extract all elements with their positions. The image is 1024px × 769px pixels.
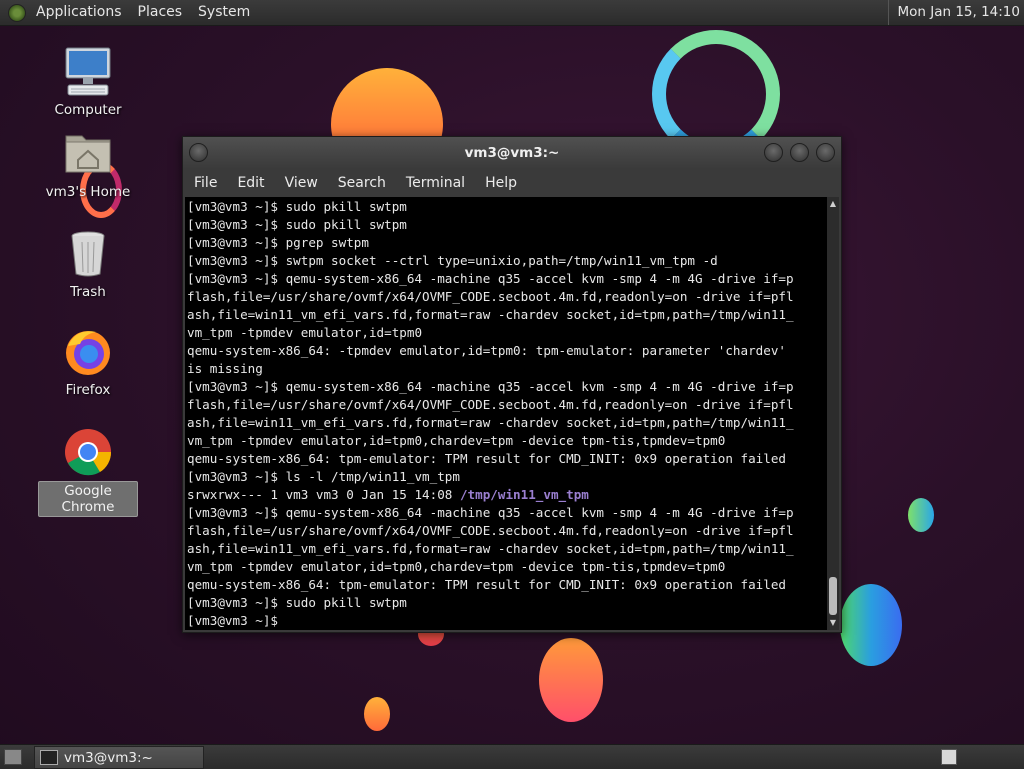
trash-icon	[62, 228, 114, 280]
terminal-line: flash,file=/usr/share/ovmf/x64/OVMF_CODE…	[187, 397, 794, 412]
scrollbar-thumb[interactable]	[829, 577, 837, 615]
ls-permissions-text: srwxrwx--- 1 vm3 vm3 0 Jan 15 14:08	[187, 487, 460, 502]
scroll-up-arrow-icon[interactable]: ▲	[828, 199, 838, 209]
desktop-icon-firefox[interactable]: Firefox	[38, 326, 138, 399]
menu-view[interactable]: View	[275, 175, 328, 191]
terminal-line-ls-output: srwxrwx--- 1 vm3 vm3 0 Jan 15 14:08 /tmp…	[187, 486, 827, 504]
taskbar-terminal-button[interactable]: vm3@vm3:~	[34, 746, 204, 769]
menu-file[interactable]: File	[183, 175, 227, 191]
show-desktop-icon[interactable]	[4, 749, 22, 765]
terminal-prompt-line: [vm3@vm3 ~]$	[187, 613, 286, 628]
top-panel: Applications Places System Mon Jan 15, 1…	[0, 0, 1024, 26]
terminal-scrollbar[interactable]: ▲ ▼	[827, 197, 839, 630]
firefox-icon	[62, 326, 114, 378]
terminal-icon	[40, 750, 58, 765]
terminal-line: vm_tpm -tpmdev emulator,id=tpm0,chardev=…	[187, 559, 726, 574]
desktop-icon-label: Computer	[54, 102, 122, 118]
computer-icon	[62, 46, 114, 98]
terminal-line: [vm3@vm3 ~]$ pgrep swtpm	[187, 235, 369, 250]
desktop-icon-trash[interactable]: Trash	[38, 228, 138, 301]
terminal-titlebar[interactable]: vm3@vm3:~	[183, 137, 841, 169]
desktop-icon-computer[interactable]: Computer	[38, 46, 138, 119]
terminal-line: [vm3@vm3 ~]$ ls -l /tmp/win11_vm_tpm	[187, 469, 460, 484]
wallpaper-small-orange-blob	[364, 697, 390, 731]
taskbar-label: vm3@vm3:~	[64, 749, 153, 766]
minimize-button[interactable]	[764, 143, 783, 162]
terminal-line: qemu-system-x86_64: tpm-emulator: TPM re…	[187, 577, 786, 592]
terminal-line: flash,file=/usr/share/ovmf/x64/OVMF_CODE…	[187, 523, 794, 538]
menu-edit[interactable]: Edit	[227, 175, 274, 191]
places-menu[interactable]: Places	[130, 0, 191, 25]
desktop-icon-label: Trash	[70, 284, 106, 300]
terminal-line: [vm3@vm3 ~]$ swtpm socket --ctrl type=un…	[187, 253, 718, 268]
socket-path: /tmp/win11_vm_tpm	[459, 487, 589, 502]
distro-logo-icon[interactable]	[8, 3, 26, 22]
terminal-line: flash,file=/usr/share/ovmf/x64/OVMF_CODE…	[187, 289, 794, 304]
wallpaper-bottom-blob	[539, 638, 603, 722]
wallpaper-tiny-blob	[908, 498, 934, 532]
terminal-line: ash,file=win11_vm_efi_vars.fd,format=raw…	[187, 541, 794, 556]
chrome-icon	[62, 426, 114, 478]
terminal-line: [vm3@vm3 ~]$ qemu-system-x86_64 -machine…	[187, 379, 794, 394]
home-folder-icon	[62, 128, 114, 180]
terminal-line: [vm3@vm3 ~]$ sudo pkill swtpm	[187, 199, 407, 214]
wallpaper-blue-blob	[840, 584, 902, 666]
terminal-line: ash,file=win11_vm_efi_vars.fd,format=raw…	[187, 415, 794, 430]
menu-terminal[interactable]: Terminal	[396, 175, 475, 191]
terminal-line: [vm3@vm3 ~]$ sudo pkill swtpm	[187, 595, 407, 610]
terminal-line: vm_tpm -tpmdev emulator,id=tpm0,chardev=…	[187, 433, 726, 448]
terminal-line: qemu-system-x86_64: tpm-emulator: TPM re…	[187, 451, 786, 466]
terminal-line: vm_tpm -tpmdev emulator,id=tpm0	[187, 325, 423, 340]
terminal-line: [vm3@vm3 ~]$ qemu-system-x86_64 -machine…	[187, 271, 794, 286]
desktop-icon-label: Firefox	[65, 382, 111, 398]
close-button[interactable]	[816, 143, 835, 162]
terminal-line: ash,file=win11_vm_efi_vars.fd,format=raw…	[187, 307, 794, 322]
maximize-button[interactable]	[790, 143, 809, 162]
terminal-menubar: File Edit View Search Terminal Help	[183, 169, 841, 197]
bottom-panel: vm3@vm3:~	[0, 744, 1024, 769]
desktop-icon-google-chrome[interactable]: Google Chrome	[38, 426, 138, 517]
desktop-icon-home[interactable]: vm3's Home	[38, 128, 138, 201]
system-menu[interactable]: System	[190, 0, 258, 25]
terminal-line: is missing	[187, 361, 263, 376]
terminal-line: qemu-system-x86_64: -tpmdev emulator,id=…	[187, 343, 786, 358]
desktop-icon-label: Google Chrome	[38, 481, 138, 517]
window-title: vm3@vm3:~	[464, 145, 560, 161]
clock[interactable]: Mon Jan 15, 14:10	[888, 0, 1020, 25]
scroll-down-arrow-icon[interactable]: ▼	[828, 618, 838, 628]
menu-help[interactable]: Help	[475, 175, 527, 191]
terminal-output[interactable]: [vm3@vm3 ~]$ sudo pkill swtpm [vm3@vm3 ~…	[185, 197, 827, 630]
terminal-line: [vm3@vm3 ~]$ sudo pkill swtpm	[187, 217, 407, 232]
desktop-icon-label: vm3's Home	[45, 184, 131, 200]
terminal-line: [vm3@vm3 ~]$ qemu-system-x86_64 -machine…	[187, 505, 794, 520]
workspace-switcher[interactable]	[941, 749, 957, 765]
terminal-window[interactable]: vm3@vm3:~ File Edit View Search Terminal…	[182, 136, 842, 633]
applications-menu[interactable]: Applications	[28, 0, 130, 25]
menu-search[interactable]: Search	[328, 175, 396, 191]
